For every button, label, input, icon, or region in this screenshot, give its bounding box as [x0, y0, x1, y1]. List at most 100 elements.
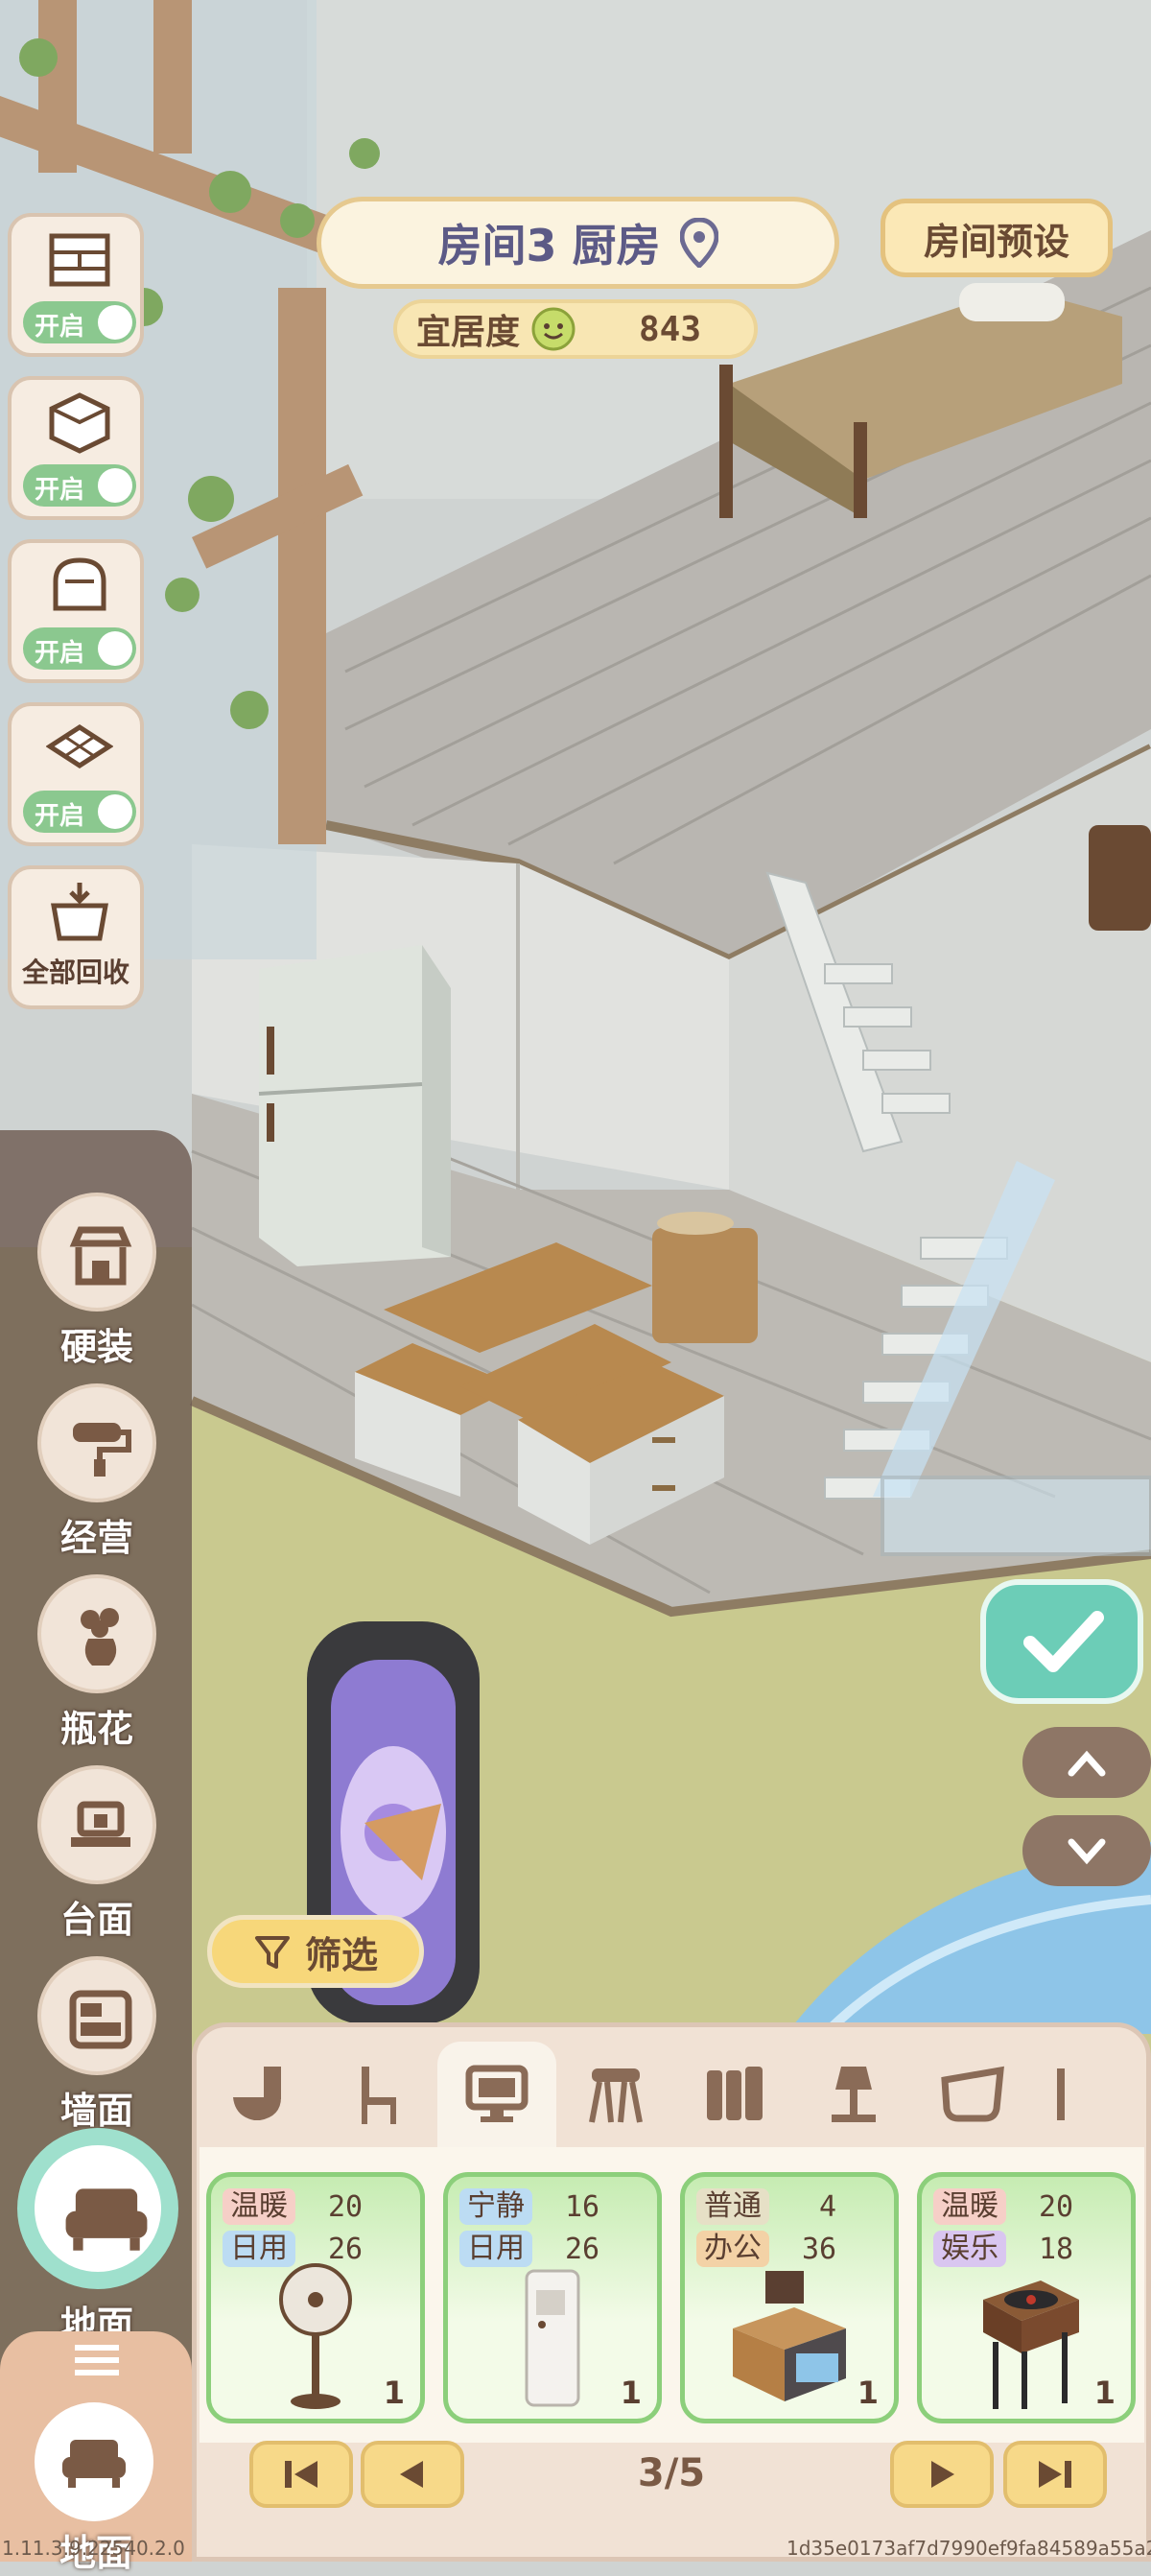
item-count: 1 — [1093, 2375, 1116, 2411]
electric-fan-icon — [279, 2263, 352, 2409]
lamp-icon — [832, 2067, 876, 2122]
book-icon — [707, 2067, 763, 2120]
toggle-label: 开启 — [35, 639, 85, 668]
toggle-switch[interactable]: 开启 — [23, 464, 136, 507]
cube-toggle-icon — [49, 392, 110, 454]
toggle-label: 开启 — [35, 313, 85, 342]
comfort-label: 宜居度 — [416, 313, 521, 352]
category-label: 瓶花 — [59, 1708, 133, 1750]
stat-tag: 宁静 — [459, 2188, 532, 2225]
stat-tag: 温暖 — [223, 2188, 295, 2225]
item-visibility-toggle[interactable]: 开启 — [8, 539, 144, 683]
previous-page-button[interactable] — [361, 2441, 464, 2508]
bathtub-icon — [941, 2066, 1004, 2122]
furniture-subcategory-tabs — [200, 2042, 1144, 2147]
location-pin-icon — [679, 218, 718, 268]
comfort-indicator: 宜居度 843 — [393, 299, 758, 359]
smile-face-icon — [531, 307, 576, 351]
stat-value: 4 — [819, 2190, 837, 2224]
tab-bookshelf[interactable] — [675, 2042, 794, 2147]
stat-value: 20 — [328, 2190, 364, 2224]
check-icon — [1023, 1611, 1104, 1672]
furniture-card[interactable]: 温暖 20 日用 26 1 — [206, 2172, 425, 2423]
item-count: 1 — [620, 2375, 642, 2411]
build-hash-text: 1d35e0173af7d7990ef9fa84589a55a2 — [787, 2537, 1151, 2560]
page-indicator: 3/5 — [637, 2451, 706, 2495]
category-label: 台面 — [59, 1899, 133, 1941]
category-hardware[interactable]: 硬装 — [35, 1193, 159, 1370]
bottom-tab-circle — [35, 2402, 153, 2521]
tab-more[interactable] — [1032, 2042, 1090, 2147]
furniture-card[interactable]: 温暖 20 娱乐 18 1 — [917, 2172, 1136, 2423]
tab-bathtub[interactable] — [913, 2042, 1032, 2147]
toilet-icon — [233, 2067, 281, 2120]
floor-toggle-icon — [46, 724, 113, 768]
category-business[interactable]: 经营 — [35, 1383, 159, 1561]
stat-tag: 普通 — [696, 2188, 769, 2225]
last-page-button[interactable] — [1003, 2441, 1107, 2508]
move-down-button[interactable] — [1022, 1815, 1151, 1886]
category-counter[interactable]: 台面 — [35, 1765, 159, 1943]
category-floor[interactable]: 地面 — [17, 2128, 178, 2348]
funnel-icon — [254, 1936, 290, 1969]
recycle-all-button[interactable]: 全部回收 — [8, 865, 144, 1009]
paint-roller-icon — [73, 1423, 131, 1477]
tab-lamp[interactable] — [794, 2042, 913, 2147]
room-title: 房间3 厨房 — [437, 220, 661, 272]
chevron-down-icon — [1068, 1838, 1106, 1865]
move-up-button[interactable] — [1022, 1727, 1151, 1798]
tab-computer[interactable] — [437, 2042, 556, 2147]
category-label: 硬装 — [59, 1326, 133, 1368]
sofa-icon — [65, 2188, 148, 2251]
counter-icon — [71, 1801, 130, 1847]
wall-shelf-icon — [69, 1990, 132, 2049]
floor-visibility-toggle[interactable]: 开启 — [8, 702, 144, 846]
filter-label: 筛选 — [304, 1933, 378, 1976]
toggle-switch[interactable]: 开启 — [23, 791, 136, 833]
cube-visibility-toggle[interactable]: 开启 — [8, 376, 144, 520]
stat-value: 20 — [1039, 2190, 1074, 2224]
confirm-button[interactable] — [980, 1579, 1143, 1704]
cart — [652, 1212, 758, 1343]
furniture-card[interactable]: 宁静 16 日用 26 1 — [443, 2172, 662, 2423]
tab-chair[interactable] — [318, 2042, 437, 2147]
toggle-switch[interactable]: 开启 — [23, 301, 136, 343]
water-dispenser-icon — [525, 2269, 580, 2407]
category-sidebar: 硬装 经营 瓶花 台面 墙面 地面 — [0, 1130, 192, 2377]
room-preset-button[interactable]: 房间预设 — [881, 199, 1113, 277]
category-wall[interactable]: 墙面 — [35, 1956, 159, 2134]
skip-last-icon — [1039, 2461, 1071, 2488]
first-page-button[interactable] — [249, 2441, 353, 2508]
room-name-pill[interactable]: 房间3 厨房 — [317, 197, 839, 289]
vase-icon — [81, 1608, 119, 1666]
furniture-card[interactable]: 普通 4 办公 36 1 — [680, 2172, 899, 2423]
stool-icon — [589, 2068, 643, 2123]
bread-toggle-icon — [53, 557, 106, 611]
office-desk-icon — [733, 2271, 846, 2401]
recycle-label: 全部回收 — [21, 957, 129, 988]
category-vase[interactable]: 瓶花 — [35, 1574, 159, 1752]
triangle-left-icon — [400, 2461, 423, 2488]
filter-button[interactable]: 筛选 — [207, 1915, 424, 1988]
version-text: 1.11.3.9.22540.2.0 — [2, 2537, 185, 2560]
toggle-label: 开启 — [35, 476, 85, 505]
tab-toilet[interactable] — [200, 2042, 318, 2147]
stat-value: 16 — [565, 2190, 600, 2224]
shop-icon — [69, 1226, 132, 1286]
next-page-button[interactable] — [890, 2441, 994, 2508]
bottom-category-tab[interactable]: 地面 — [0, 2331, 192, 2574]
category-label: 经营 — [59, 1517, 133, 1559]
wall-toggle-icon — [49, 233, 110, 287]
computer-icon — [465, 2065, 529, 2122]
wall-visibility-toggle[interactable]: 开启 — [8, 213, 144, 357]
category-label: 墙面 — [59, 2090, 133, 2132]
comfort-value: 843 — [638, 309, 701, 349]
tab-stool[interactable] — [556, 2042, 675, 2147]
item-count: 1 — [857, 2375, 879, 2411]
sofa-icon — [62, 2440, 126, 2488]
toggle-switch[interactable]: 开启 — [23, 627, 136, 670]
fridge — [258, 945, 451, 1266]
skip-first-icon — [285, 2461, 317, 2488]
recycle-box-icon — [51, 883, 108, 941]
item-count: 1 — [383, 2375, 405, 2411]
